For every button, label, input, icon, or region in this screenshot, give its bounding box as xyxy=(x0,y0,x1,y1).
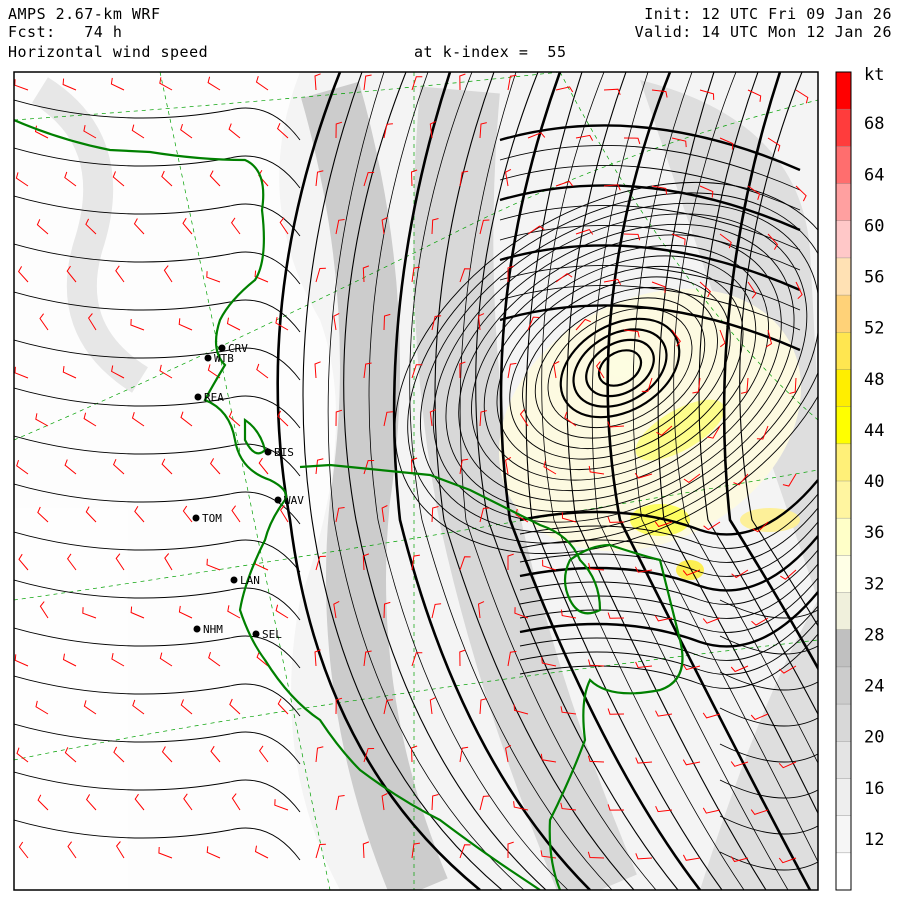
colorbar-swatch xyxy=(836,72,851,110)
colorbar-label: 44 xyxy=(864,421,884,441)
colorbar-swatch xyxy=(836,629,851,668)
colorbar-swatch xyxy=(836,555,851,594)
colorbar-label: 64 xyxy=(864,165,884,185)
colorbar-swatch xyxy=(836,666,851,705)
colorbar-labels: 68 64 60 56 52 48 44 40 36 32 28 24 20 16 12 xyxy=(864,114,884,850)
colorbar-swatch xyxy=(836,220,851,259)
colorbar-swatch xyxy=(836,257,851,296)
colorbar-swatch xyxy=(836,295,851,333)
colorbar-label: 52 xyxy=(864,319,884,339)
colorbar-swatch xyxy=(836,592,851,631)
colorbar-swatch xyxy=(836,332,851,370)
colorbar-swatch xyxy=(836,778,851,817)
colorbar-label: 48 xyxy=(864,370,884,390)
colorbar-swatches xyxy=(836,71,851,891)
colorbar-swatch xyxy=(836,852,851,891)
colorbar-label: 68 xyxy=(864,114,884,134)
colorbar-label: 56 xyxy=(864,268,884,288)
colorbar-swatch xyxy=(836,369,851,408)
colorbar-label: 32 xyxy=(864,574,884,594)
colorbar-label: 20 xyxy=(864,728,884,748)
colorbar-swatch xyxy=(836,481,851,519)
colorbar-unit: kt xyxy=(864,65,884,85)
colorbar-swatch xyxy=(836,704,851,742)
colorbar-swatch xyxy=(836,815,851,854)
colorbar-swatch xyxy=(836,443,851,482)
colorbar-label: 12 xyxy=(864,830,884,850)
colorbar-swatch xyxy=(836,406,851,445)
colorbar-label: 16 xyxy=(864,779,884,799)
colorbar: kt 68 64 60 56 52 48 44 40 36 32 28 24 20 16 12 xyxy=(835,65,884,891)
colorbar-label: 36 xyxy=(864,523,884,543)
colorbar-label: 28 xyxy=(864,625,884,645)
colorbar-label: 40 xyxy=(864,472,884,492)
colorbar-swatch xyxy=(836,146,851,185)
colorbar-label: 24 xyxy=(864,677,884,697)
colorbar-swatch xyxy=(836,183,851,222)
page: { "header": { "model": "AMPS 2.67-km WRF… xyxy=(0,0,900,900)
colorbar-swatch xyxy=(836,741,851,779)
colorbar-swatch xyxy=(836,109,851,147)
colorbar-label: 60 xyxy=(864,216,884,236)
colorbar-swatch xyxy=(836,518,851,556)
